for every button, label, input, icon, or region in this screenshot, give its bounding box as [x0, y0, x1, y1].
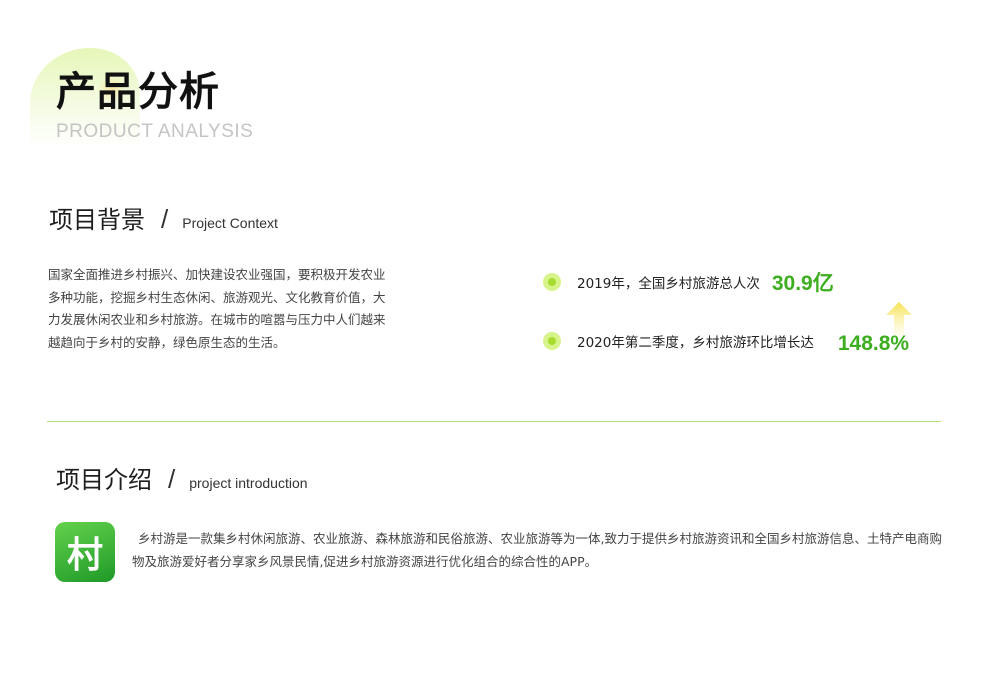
stat-value: 148.8%: [837, 332, 910, 355]
page-title: 产品分析: [56, 69, 220, 115]
stat-item: 2020年第二季度，乡村旅游环比增长达 148.8%: [543, 326, 909, 356]
intro-title-cn: 项目介绍: [56, 466, 152, 494]
stat-label: 2019年，全国乡村旅游总人次: [577, 276, 760, 292]
background-section-heading: 项目背景 / Project Context: [49, 200, 278, 235]
background-title-en: Project Context: [182, 215, 278, 231]
stat-item: 2019年，全国乡村旅游总人次 30.9亿: [543, 267, 834, 297]
village-app-icon: 村: [55, 522, 115, 582]
app-icon-char: 村: [66, 535, 103, 576]
background-separator: /: [161, 204, 169, 234]
intro-body: 乡村游是一款集乡村休闲旅游、农业旅游、森林旅游和民俗旅游、农业旅游等为一体,致力…: [132, 531, 942, 569]
stat-value: 30.9亿: [771, 272, 834, 295]
green-dot-icon: [543, 332, 561, 350]
green-dot-icon: [543, 273, 561, 291]
intro-separator: /: [168, 464, 176, 494]
intro-title-en: project introduction: [189, 475, 308, 491]
section-divider: [47, 421, 941, 422]
background-body: 国家全面推进乡村振兴、加快建设农业强国，要积极开发农业多种功能，挖掘乡村生态休闲…: [48, 267, 386, 350]
stat-label: 2020年第二季度，乡村旅游环比增长达: [577, 335, 814, 351]
intro-section-heading: 项目介绍 / project introduction: [56, 460, 308, 495]
page-subtitle: PRODUCT ANALYSIS: [56, 121, 254, 142]
background-title-cn: 项目背景: [49, 206, 145, 234]
